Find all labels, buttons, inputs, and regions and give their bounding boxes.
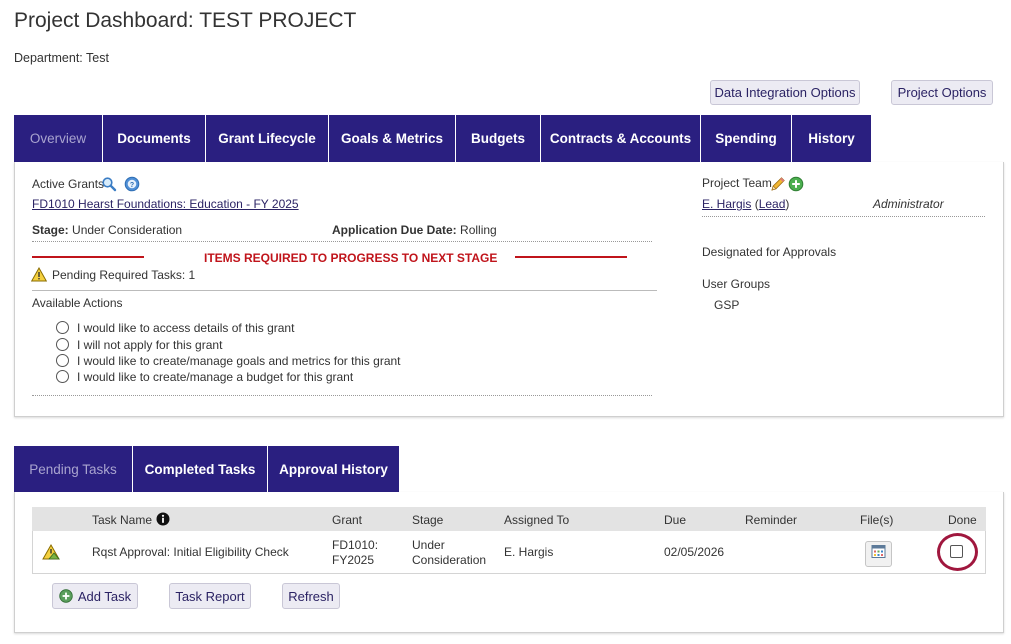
plus-circle-icon bbox=[59, 589, 73, 603]
tab-grant-lifecycle[interactable]: Grant Lifecycle bbox=[206, 115, 329, 162]
task-warning-icon bbox=[42, 543, 60, 560]
add-task-button[interactable]: Add Task bbox=[52, 583, 138, 609]
pending-required-tasks: Pending Required Tasks: 1 bbox=[52, 268, 196, 282]
task-stage-line: Under bbox=[412, 538, 445, 552]
user-group-item: GSP bbox=[714, 298, 740, 312]
tab-contracts-accounts[interactable]: Contracts & Accounts bbox=[541, 115, 701, 162]
due-date-value: Rolling bbox=[460, 223, 497, 237]
required-items-banner: ITEMS REQUIRED TO PROGRESS TO NEXT STAGE bbox=[204, 251, 498, 265]
grant-link[interactable]: FD1010 Hearst Foundations: Education - F… bbox=[32, 197, 299, 211]
task-grant: FD1010: FY2025 bbox=[332, 538, 378, 568]
column-header-due: Due bbox=[664, 513, 687, 527]
column-header-files: File(s) bbox=[860, 513, 894, 527]
svg-text:?: ? bbox=[130, 182, 134, 189]
refresh-button[interactable]: Refresh bbox=[282, 583, 340, 609]
team-member-lead-link[interactable]: Lead bbox=[759, 197, 786, 211]
main-tab-bar: Overview Documents Grant Lifecycle Goals… bbox=[14, 115, 871, 162]
divider bbox=[702, 216, 985, 217]
column-header-assigned-to: Assigned To bbox=[504, 513, 570, 527]
task-assigned-to: E. Hargis bbox=[504, 545, 554, 559]
team-member-name[interactable]: E. Hargis bbox=[702, 197, 751, 211]
task-due-date: 02/05/2026 bbox=[664, 545, 725, 559]
task-report-button[interactable]: Task Report bbox=[169, 583, 251, 609]
column-header-stage: Stage bbox=[412, 513, 444, 527]
due-date-line: Application Due Date: Rolling bbox=[332, 223, 497, 237]
task-stage: Under Consideration bbox=[412, 538, 486, 568]
tab-spending[interactable]: Spending bbox=[701, 115, 792, 162]
divider bbox=[32, 395, 652, 396]
column-header-done: Done bbox=[948, 513, 977, 527]
task-grant-line: FY2025 bbox=[332, 553, 375, 567]
action-radio[interactable] bbox=[56, 338, 69, 351]
file-button[interactable] bbox=[865, 541, 892, 567]
project-team-label: Project Team bbox=[702, 176, 772, 190]
search-icon[interactable] bbox=[101, 176, 117, 192]
stage-value: Under Consideration bbox=[72, 223, 183, 237]
task-grant-line: FD1010: bbox=[332, 538, 379, 552]
tab-history[interactable]: History bbox=[792, 115, 871, 162]
stage-line: Stage: Under Consideration bbox=[32, 223, 182, 237]
column-header-reminder: Reminder bbox=[745, 513, 798, 527]
red-divider-left bbox=[32, 256, 144, 258]
data-integration-options-button[interactable]: Data Integration Options bbox=[710, 80, 860, 105]
team-member-role: Administrator bbox=[873, 197, 944, 211]
action-label: I will not apply for this grant bbox=[77, 338, 223, 352]
action-radio[interactable] bbox=[56, 354, 69, 367]
tab-goals-metrics[interactable]: Goals & Metrics bbox=[329, 115, 456, 162]
tab-documents[interactable]: Documents bbox=[103, 115, 206, 162]
pencil-icon[interactable] bbox=[770, 176, 786, 192]
project-options-button[interactable]: Project Options bbox=[891, 80, 993, 105]
tab-completed-tasks[interactable]: Completed Tasks bbox=[133, 446, 268, 492]
plus-circle-icon[interactable] bbox=[788, 176, 804, 192]
calendar-file-icon bbox=[871, 544, 886, 564]
tab-budgets[interactable]: Budgets bbox=[456, 115, 541, 162]
tab-pending-tasks[interactable]: Pending Tasks bbox=[14, 446, 133, 492]
active-grants-label: Active Grants bbox=[32, 177, 105, 191]
divider bbox=[32, 290, 657, 291]
department-label: Department: bbox=[14, 51, 83, 65]
divider bbox=[32, 241, 652, 242]
designated-approvals-label: Designated for Approvals bbox=[702, 245, 837, 259]
action-label: I would like to create/manage goals and … bbox=[77, 354, 401, 368]
task-stage-line: Consideration bbox=[412, 553, 487, 567]
action-label: I would like to create/manage a budget f… bbox=[77, 370, 354, 384]
page-title: Project Dashboard: TEST PROJECT bbox=[14, 9, 357, 32]
team-member: E. Hargis (Lead) bbox=[702, 197, 789, 211]
user-groups-label: User Groups bbox=[702, 277, 771, 291]
add-task-label: Add Task bbox=[77, 588, 132, 604]
tab-approval-history[interactable]: Approval History bbox=[268, 446, 399, 492]
task-tab-bar: Pending Tasks Completed Tasks Approval H… bbox=[14, 446, 399, 492]
help-icon[interactable]: ? bbox=[124, 176, 140, 192]
available-actions-label: Available Actions bbox=[32, 296, 123, 310]
done-checkbox[interactable] bbox=[950, 545, 963, 558]
action-radio[interactable] bbox=[56, 321, 69, 334]
warning-icon bbox=[30, 266, 48, 282]
action-label: I would like to access details of this g… bbox=[77, 321, 295, 335]
department-line: Department: Test bbox=[14, 51, 109, 65]
column-header-task-name: Task Name bbox=[92, 513, 153, 527]
red-divider-right bbox=[515, 256, 627, 258]
stage-label: Stage: bbox=[32, 223, 69, 237]
action-radio[interactable] bbox=[56, 370, 69, 383]
column-header-grant: Grant bbox=[332, 513, 363, 527]
tab-overview[interactable]: Overview bbox=[14, 115, 103, 162]
due-date-label: Application Due Date: bbox=[332, 223, 457, 237]
paren-close: ) bbox=[785, 197, 790, 211]
info-icon[interactable] bbox=[156, 512, 170, 526]
department-value: Test bbox=[86, 51, 109, 65]
task-name[interactable]: Rqst Approval: Initial Eligibility Check bbox=[92, 545, 289, 559]
